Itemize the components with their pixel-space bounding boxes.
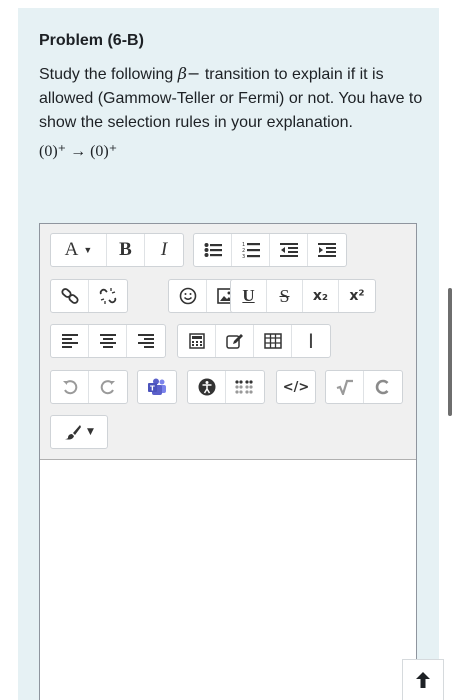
- unlink-icon: [99, 288, 117, 304]
- beta-symbol: β−: [177, 64, 201, 83]
- question-text: Study the following β− transition to exp…: [39, 62, 424, 135]
- redo-button[interactable]: [89, 371, 127, 403]
- font-size-button[interactable]: A ▼: [51, 234, 107, 266]
- microsoft-teams-icon: T: [148, 378, 166, 395]
- unlink-button[interactable]: [89, 280, 127, 312]
- outdent-icon: [279, 243, 298, 257]
- chevron-down-icon: ▼: [83, 245, 93, 255]
- page-scrollbar[interactable]: [448, 288, 452, 416]
- question-text-part1: Study the following: [39, 66, 178, 83]
- numbered-list-button[interactable]: 123: [232, 234, 270, 266]
- numbered-list-icon: 123: [242, 242, 260, 259]
- bullet-list-button[interactable]: [194, 234, 232, 266]
- arrow-up-icon: [416, 672, 430, 688]
- strikethrough-button[interactable]: S: [267, 280, 303, 312]
- align-right-button[interactable]: [127, 325, 165, 357]
- align-right-icon: [138, 334, 154, 348]
- italic-button[interactable]: I: [145, 234, 183, 266]
- editor-toolbar: A ▼ B I 123 U S x₂ x² Ⅰ T </> ▼: [40, 224, 416, 460]
- smiley-icon: [179, 287, 196, 305]
- chevron-down-icon: ▼: [87, 427, 94, 437]
- editor-content-area[interactable]: [40, 461, 416, 700]
- math-group: [325, 370, 403, 404]
- tools-group: Ⅰ: [177, 324, 331, 358]
- back-to-top-button[interactable]: [402, 659, 444, 700]
- redo-icon: [100, 380, 115, 395]
- rich-text-editor: A ▼ B I 123 U S x₂ x² Ⅰ T </> ▼: [39, 223, 417, 700]
- list-group: 123: [193, 233, 347, 267]
- calculator-icon: [188, 333, 205, 349]
- chemistry-c-icon: [375, 379, 389, 395]
- emoticon-button[interactable]: [169, 280, 207, 312]
- accessibility-icon: [198, 378, 215, 396]
- braille-icon: [235, 380, 253, 394]
- table-icon: [263, 333, 282, 349]
- underline-button[interactable]: U: [231, 280, 267, 312]
- align-left-icon: [61, 334, 78, 348]
- link-group: [50, 279, 128, 313]
- link-icon: [60, 288, 79, 304]
- cursor-button[interactable]: Ⅰ: [292, 325, 330, 357]
- undo-icon: [62, 380, 77, 395]
- square-root-icon: [336, 379, 353, 395]
- undo-button[interactable]: [51, 371, 89, 403]
- pencil-edit-icon: [225, 334, 243, 349]
- bold-button[interactable]: B: [107, 234, 145, 266]
- chemistry-editor-button[interactable]: [364, 371, 402, 403]
- align-center-icon: [99, 334, 116, 348]
- align-group: [50, 324, 166, 358]
- text-style-group: A ▼ B I: [50, 233, 184, 267]
- outdent-button[interactable]: [270, 234, 308, 266]
- format-group: U S x₂ x²: [230, 279, 376, 313]
- bullet-list-icon: [204, 243, 222, 257]
- link-button[interactable]: [51, 280, 89, 312]
- html-group: </>: [276, 370, 316, 404]
- svg-text:3: 3: [242, 254, 245, 259]
- paintbrush-icon: [65, 425, 82, 440]
- paint-format-button[interactable]: ▼: [51, 416, 107, 448]
- screenreader-helper-button[interactable]: [226, 371, 264, 403]
- superscript-button[interactable]: x²: [339, 280, 375, 312]
- teams-meeting-button[interactable]: T: [138, 371, 176, 403]
- text-cursor-icon: Ⅰ: [308, 330, 314, 353]
- question-title: Problem (6-B): [39, 32, 144, 49]
- equation-button[interactable]: [178, 325, 216, 357]
- indent-icon: [318, 243, 336, 257]
- teams-group: T: [137, 370, 177, 404]
- accessibility-checker-button[interactable]: [188, 371, 226, 403]
- table-button[interactable]: [254, 325, 292, 357]
- html-source-button[interactable]: </>: [277, 371, 315, 403]
- subscript-button[interactable]: x₂: [303, 280, 339, 312]
- edit-button[interactable]: [216, 325, 254, 357]
- math-editor-button[interactable]: [326, 371, 364, 403]
- svg-text:T: T: [150, 385, 155, 393]
- font-size-label: A: [64, 239, 79, 260]
- indent-button[interactable]: [308, 234, 346, 266]
- format-painter-group: ▼: [50, 415, 108, 449]
- history-group: [50, 370, 128, 404]
- transition-formula: (0)⁺ → (0)⁺: [39, 143, 118, 160]
- accessibility-group: [187, 370, 265, 404]
- align-left-button[interactable]: [51, 325, 89, 357]
- align-center-button[interactable]: [89, 325, 127, 357]
